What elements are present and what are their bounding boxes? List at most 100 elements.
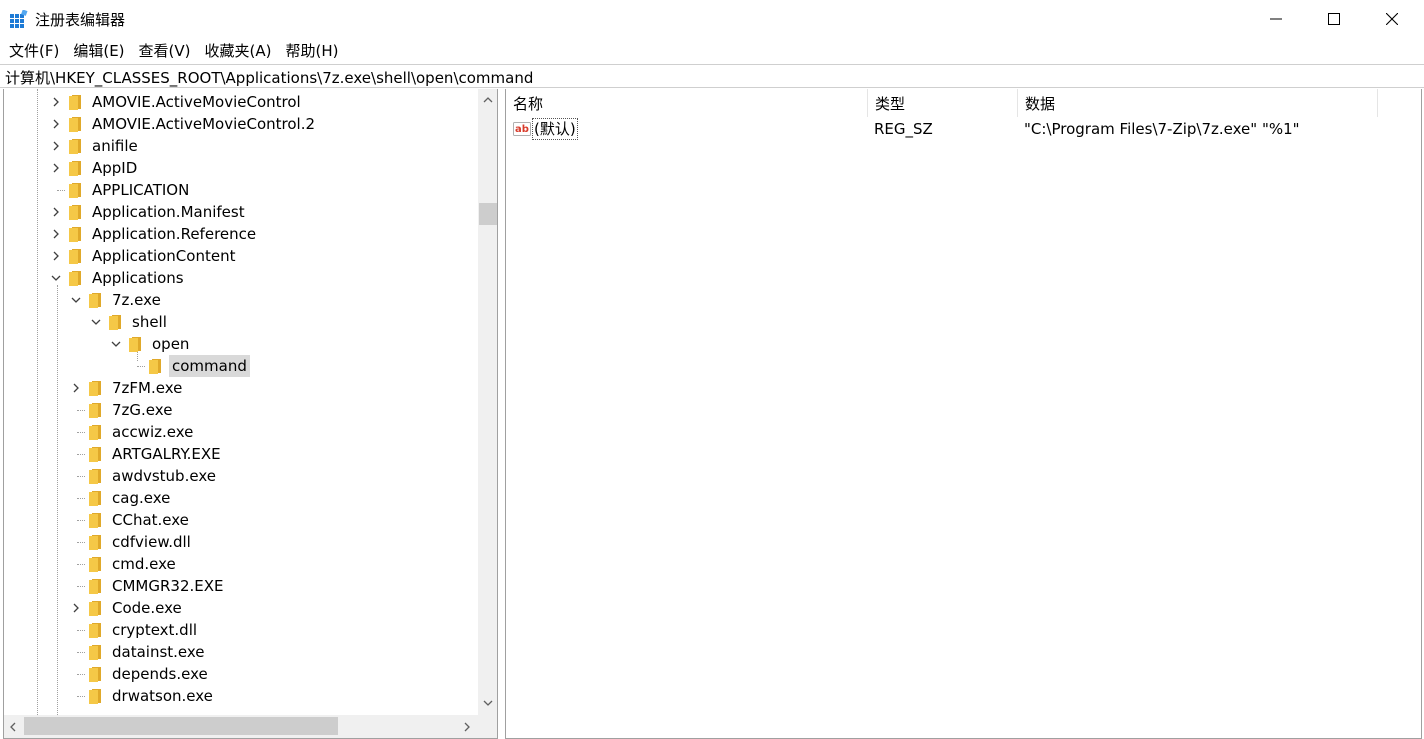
tree-connector [77,586,85,587]
tree-item-label[interactable]: ApplicationContent [89,245,238,267]
tree-item[interactable]: command [4,355,478,377]
tree-horizontal-scroll-thumb[interactable] [24,717,338,735]
collapse-toggle[interactable] [50,272,62,284]
tree-item[interactable]: open [4,333,478,355]
tree-vertical-scrollbar[interactable] [478,89,497,715]
column-header-type[interactable]: 类型 [868,89,1018,117]
collapse-toggle[interactable] [110,338,122,350]
column-header-data[interactable]: 数据 [1018,89,1378,117]
tree-item-label[interactable]: AMOVIE.ActiveMovieControl.2 [89,113,318,135]
tree-item-label[interactable]: APPLICATION [89,179,192,201]
menu-view[interactable]: 查看(V) [132,38,198,64]
expand-toggle[interactable] [50,140,62,152]
tree-item-label[interactable]: depends.exe [109,663,211,685]
tree-item-label[interactable]: cdfview.dll [109,531,194,553]
chevron-right-icon [53,251,59,261]
collapse-toggle[interactable] [70,294,82,306]
tree-item[interactable]: drwatson.exe [4,685,478,707]
expand-toggle[interactable] [50,96,62,108]
expand-toggle[interactable] [50,162,62,174]
tree-item-label[interactable]: cryptext.dll [109,619,200,641]
menu-help[interactable]: 帮助(H) [278,38,345,64]
tree-item-label[interactable]: 7z.exe [109,289,164,311]
expand-toggle[interactable] [50,250,62,262]
tree-item-label[interactable]: ARTGALRY.EXE [109,443,224,465]
tree-item[interactable]: cdfview.dll [4,531,478,553]
scroll-down-button[interactable] [478,694,497,712]
value-data: "C:\Program Files\7-Zip\7z.exe" "%1" [1024,120,1300,138]
scroll-right-button[interactable] [458,718,476,736]
tree-item[interactable]: cryptext.dll [4,619,478,641]
tree-item[interactable]: AMOVIE.ActiveMovieControl [4,91,478,113]
value-row[interactable]: ab (默认) REG_SZ "C:\Program Files\7-Zip\7… [506,117,1423,141]
tree-item[interactable]: Applications [4,267,478,289]
tree-vertical-scroll-thumb[interactable] [479,203,497,225]
tree-item[interactable]: datainst.exe [4,641,478,663]
tree-item[interactable]: APPLICATION [4,179,478,201]
tree-item[interactable]: CMMGR32.EXE [4,575,478,597]
title-bar: 注册表编辑器 [0,0,1424,38]
menu-edit[interactable]: 编辑(E) [66,38,131,64]
tree-item-label[interactable]: AppID [89,157,140,179]
tree-item-label[interactable]: drwatson.exe [109,685,216,707]
tree-item-label[interactable]: CMMGR32.EXE [109,575,227,597]
scroll-up-button[interactable] [478,91,497,109]
address-bar[interactable]: 计算机\HKEY_CLASSES_ROOT\Applications\7z.ex… [0,64,1424,88]
menu-favorites[interactable]: 收藏夹(A) [198,38,279,64]
tree-item[interactable]: accwiz.exe [4,421,478,443]
expand-toggle[interactable] [50,206,62,218]
tree-horizontal-scrollbar[interactable] [4,715,478,738]
tree-item[interactable]: 7z.exe [4,289,478,311]
address-path[interactable]: 计算机\HKEY_CLASSES_ROOT\Applications\7z.ex… [5,67,533,88]
expand-toggle[interactable] [50,118,62,130]
tree-item[interactable]: Code.exe [4,597,478,619]
tree-item[interactable]: AppID [4,157,478,179]
tree-item-label[interactable]: cag.exe [109,487,173,509]
folder-icon [89,381,101,396]
tree-item[interactable]: 7zFM.exe [4,377,478,399]
tree-item[interactable]: ARTGALRY.EXE [4,443,478,465]
tree-item-label[interactable]: 7zG.exe [109,399,175,421]
tree-item-label[interactable]: Application.Reference [89,223,259,245]
tree-item-label[interactable]: Applications [89,267,187,289]
tree-item-label[interactable]: command [169,355,250,377]
tree-item[interactable]: cag.exe [4,487,478,509]
tree-item-label[interactable]: CChat.exe [109,509,192,531]
tree-item[interactable]: CChat.exe [4,509,478,531]
minimize-icon [1270,18,1282,20]
tree-item[interactable]: 7zG.exe [4,399,478,421]
tree-item-label[interactable]: Code.exe [109,597,185,619]
tree-item-label[interactable]: accwiz.exe [109,421,196,443]
tree-item[interactable]: ApplicationContent [4,245,478,267]
maximize-button[interactable] [1305,0,1363,38]
tree-item[interactable]: Application.Manifest [4,201,478,223]
tree-item[interactable]: cmd.exe [4,553,478,575]
chevron-down-icon [71,297,81,303]
menu-file[interactable]: 文件(F) [2,38,66,64]
tree-item-label[interactable]: shell [129,311,170,333]
value-name[interactable]: (默认) [532,118,578,140]
tree-item-label[interactable]: 7zFM.exe [109,377,185,399]
scroll-left-button[interactable] [4,718,22,736]
expand-toggle[interactable] [70,602,82,614]
tree-item-label[interactable]: datainst.exe [109,641,208,663]
tree-item[interactable]: depends.exe [4,663,478,685]
tree-item[interactable]: anifile [4,135,478,157]
expand-toggle[interactable] [70,382,82,394]
close-button[interactable] [1363,0,1421,38]
tree-item[interactable]: AMOVIE.ActiveMovieControl.2 [4,113,478,135]
tree-item-label[interactable]: open [149,333,192,355]
tree-item-label[interactable]: Application.Manifest [89,201,248,223]
expand-toggle[interactable] [50,228,62,240]
tree-item-label[interactable]: awdvstub.exe [109,465,219,487]
tree-item[interactable]: shell [4,311,478,333]
column-header-name[interactable]: 名称 [506,89,868,117]
tree-item-label[interactable]: anifile [89,135,141,157]
folder-icon [69,271,81,286]
tree-item-label[interactable]: AMOVIE.ActiveMovieControl [89,91,304,113]
tree-item-label[interactable]: cmd.exe [109,553,179,575]
tree-item[interactable]: awdvstub.exe [4,465,478,487]
tree-item[interactable]: Application.Reference [4,223,478,245]
minimize-button[interactable] [1247,0,1305,38]
collapse-toggle[interactable] [90,316,102,328]
